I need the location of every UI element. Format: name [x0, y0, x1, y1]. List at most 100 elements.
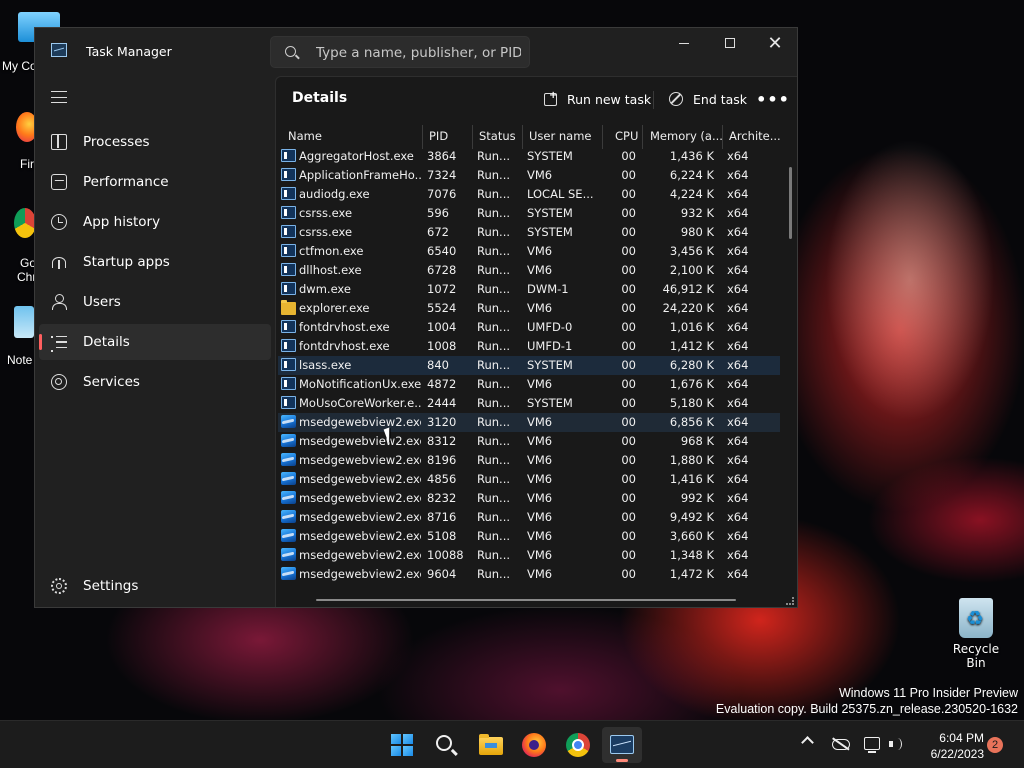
column-divider[interactable]	[722, 125, 723, 149]
search-input[interactable]	[316, 42, 521, 64]
table-row[interactable]: explorer.exe 5524 Run... VM6 00 24,220 K x64	[278, 299, 780, 318]
table-row[interactable]: audiodg.exe 7076 Run... LOCAL SE... 00 4,224 …	[278, 185, 780, 204]
process-name: lsass.exe	[299, 358, 352, 372]
resize-grip-icon[interactable]	[786, 597, 794, 605]
sidebar-item-details[interactable]: Details	[39, 324, 271, 360]
process-name: dwm.exe	[299, 282, 351, 296]
taskbar-file-explorer[interactable]	[470, 727, 510, 763]
sidebar-item-startup-apps[interactable]: Startup apps	[39, 244, 271, 280]
network-icon[interactable]	[864, 737, 880, 753]
process-pid: 8716	[427, 510, 457, 524]
table-row[interactable]: MoUsoCoreWorker.e... 2444 Run... SYSTEM 00 5,…	[278, 394, 780, 413]
show-hidden-icons-chevron-icon[interactable]	[801, 736, 814, 749]
col-header-memory[interactable]: Memory (a...	[650, 129, 723, 143]
end-task-button[interactable]: End task	[669, 83, 747, 115]
volume-icon[interactable]	[889, 737, 903, 751]
sidebar-item-app-history[interactable]: App history	[39, 204, 271, 240]
table-row[interactable]: msedgewebview2.exe 4856 Run... VM6 00 1,416 K…	[278, 470, 780, 489]
system-clock[interactable]: 6:04 PM 6/22/2023	[912, 730, 984, 762]
process-status: Run...	[477, 168, 511, 182]
horizontal-scrollbar[interactable]	[316, 599, 736, 601]
process-user: VM6	[527, 301, 553, 315]
column-divider[interactable]	[522, 125, 523, 149]
process-status: Run...	[477, 187, 511, 201]
close-button[interactable]: ✕	[752, 28, 797, 58]
table-row[interactable]: msedgewebview2.exe 5108 Run... VM6 00 3,660 K…	[278, 527, 780, 546]
table-row[interactable]: csrss.exe 672 Run... SYSTEM 00 980 K x64	[278, 223, 780, 242]
table-row[interactable]: csrss.exe 596 Run... SYSTEM 00 932 K x64	[278, 204, 780, 223]
table-row[interactable]: fontdrvhost.exe 1004 Run... UMFD-0 00 1,016 K…	[278, 318, 780, 337]
col-header-cpu[interactable]: CPU	[615, 129, 638, 143]
table-row[interactable]: lsass.exe 840 Run... SYSTEM 00 6,280 K x64	[278, 356, 780, 375]
minimize-button[interactable]	[661, 28, 707, 58]
vertical-scrollbar[interactable]	[789, 167, 792, 239]
process-user: DWM-1	[527, 282, 569, 296]
column-divider[interactable]	[422, 125, 423, 149]
column-divider[interactable]	[602, 125, 603, 149]
search-box[interactable]	[270, 36, 530, 68]
run-new-task-button[interactable]: Run new task	[544, 83, 651, 115]
title-bar[interactable]: Task Manager ✕	[35, 28, 797, 76]
col-header-status[interactable]: Status	[479, 129, 516, 143]
table-row[interactable]: ctfmon.exe 6540 Run... VM6 00 3,456 K x64	[278, 242, 780, 261]
toolbar-divider	[653, 91, 654, 109]
table-row[interactable]: AggregatorHost.exe 3864 Run... SYSTEM 00 1,43…	[278, 147, 780, 166]
table-row[interactable]: msedgewebview2.exe 10088 Run... VM6 00 1,348 …	[278, 546, 780, 565]
column-divider[interactable]	[642, 125, 643, 149]
notepad-desktop-icon[interactable]	[14, 306, 34, 338]
onedrive-offline-icon[interactable]	[832, 739, 850, 750]
chrome-icon	[566, 733, 590, 757]
watermark-line-1: Windows 11 Pro Insider Preview	[838, 686, 1018, 700]
process-cpu: 00	[621, 339, 636, 353]
process-pid: 10088	[427, 548, 464, 562]
column-divider[interactable]	[472, 125, 473, 149]
table-row[interactable]: MoNotificationUx.exe 4872 Run... VM6 00 1,676…	[278, 375, 780, 394]
table-row[interactable]: msedgewebview2.exe 9604 Run... VM6 00 1,472 K…	[278, 565, 780, 584]
process-memory: 992 K	[680, 491, 714, 505]
col-header-pid[interactable]: PID	[429, 129, 448, 143]
more-options-button[interactable]: •••	[756, 83, 789, 115]
process-user: VM6	[527, 263, 553, 277]
end-task-icon	[669, 92, 683, 106]
process-pid: 7076	[427, 187, 457, 201]
sidebar-item-processes[interactable]: Processes	[39, 124, 271, 160]
table-row[interactable]: msedgewebview2.exe 3120 Run... VM6 00 6,856 K…	[278, 413, 780, 432]
sidebar-item-performance[interactable]: Performance	[39, 164, 271, 200]
process-user: SYSTEM	[527, 396, 573, 410]
col-header-name[interactable]: Name	[288, 129, 322, 143]
process-status: Run...	[477, 244, 511, 258]
recycle-bin[interactable]: Recycle Bin	[944, 598, 1008, 670]
col-header-architecture[interactable]: Archite...	[729, 129, 781, 143]
taskbar-task-manager[interactable]	[602, 727, 642, 763]
process-app-icon	[281, 377, 296, 390]
process-app-icon	[281, 187, 296, 200]
process-architecture: x64	[727, 510, 749, 524]
process-status: Run...	[477, 434, 511, 448]
table-row[interactable]: fontdrvhost.exe 1008 Run... UMFD-1 00 1,412 K…	[278, 337, 780, 356]
notification-badge[interactable]: 2	[987, 737, 1003, 753]
sidebar-item-label: Settings	[83, 578, 139, 594]
table-row[interactable]: dllhost.exe 6728 Run... VM6 00 2,100 K x64	[278, 261, 780, 280]
table-row[interactable]: ApplicationFrameHo... 7324 Run... VM6 00 6,22…	[278, 166, 780, 185]
table-row[interactable]: msedgewebview2.exe 8196 Run... VM6 00 1,880 K…	[278, 451, 780, 470]
chrome-desktop-icon[interactable]	[14, 208, 36, 238]
table-row[interactable]: msedgewebview2.exe 8716 Run... VM6 00 9,492 K…	[278, 508, 780, 527]
process-cpu: 00	[621, 453, 636, 467]
sidebar-item-services[interactable]: Services	[39, 364, 271, 400]
edge-webview-icon	[281, 434, 296, 447]
sidebar-item-users[interactable]: Users	[39, 284, 271, 320]
sidebar: Processes Performance App history Startu…	[35, 76, 275, 607]
hamburger-menu-icon[interactable]	[51, 91, 67, 103]
start-button[interactable]	[382, 727, 422, 763]
table-row[interactable]: msedgewebview2.exe 8312 Run... VM6 00 968 K x6…	[278, 432, 780, 451]
process-name: ctfmon.exe	[299, 244, 364, 258]
maximize-button[interactable]	[707, 28, 753, 58]
table-row[interactable]: dwm.exe 1072 Run... DWM-1 00 46,912 K x64	[278, 280, 780, 299]
process-pid: 1072	[427, 282, 457, 296]
taskbar-chrome[interactable]	[558, 727, 598, 763]
col-header-user-name[interactable]: User name	[529, 129, 591, 143]
sidebar-item-settings[interactable]: Settings	[39, 568, 271, 604]
table-row[interactable]: msedgewebview2.exe 8232 Run... VM6 00 992 K x6…	[278, 489, 780, 508]
taskbar-firefox[interactable]	[514, 727, 554, 763]
taskbar-search-button[interactable]	[426, 727, 466, 763]
